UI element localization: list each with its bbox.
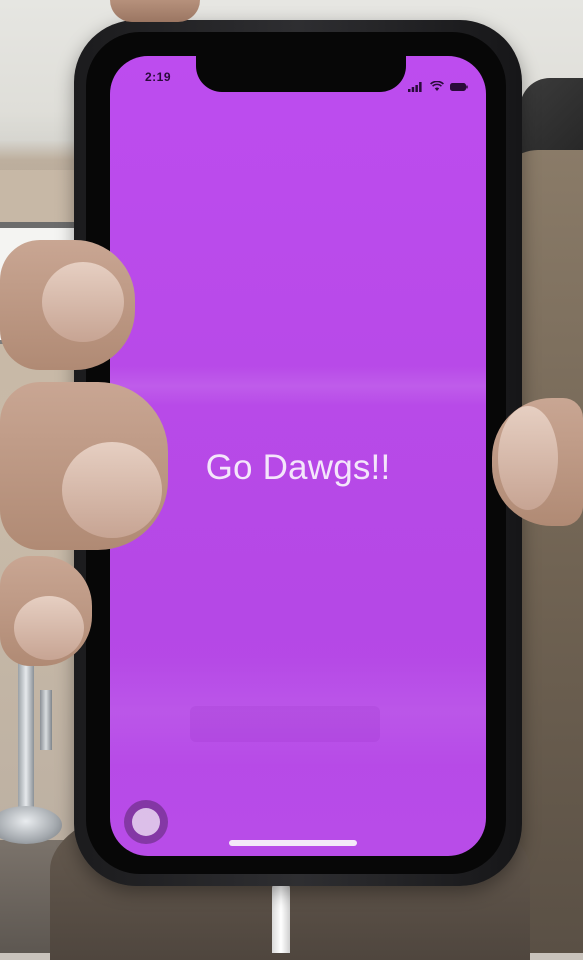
battery-icon (450, 83, 468, 91)
phone-notch (196, 50, 406, 92)
status-icons (408, 81, 468, 96)
background-stool-post (18, 660, 34, 830)
home-indicator[interactable] (229, 840, 357, 846)
screen-shade (190, 706, 380, 742)
finger-nail (42, 262, 124, 342)
screen-glare (110, 366, 486, 406)
charging-cable (272, 884, 290, 953)
finger-nail (14, 596, 84, 660)
status-time: 2:19 (145, 70, 172, 84)
finger-1 (0, 240, 135, 370)
signal-icon (408, 82, 422, 92)
assistive-touch-button[interactable] (124, 800, 168, 844)
finger-top (110, 0, 200, 22)
finger-nail (62, 442, 162, 538)
wifi-icon (430, 81, 444, 91)
background-stool-post-2 (40, 690, 52, 750)
finger-nail (498, 406, 558, 510)
assistive-touch-icon (132, 808, 160, 836)
finger-3 (0, 556, 92, 666)
finger-2 (0, 382, 168, 550)
